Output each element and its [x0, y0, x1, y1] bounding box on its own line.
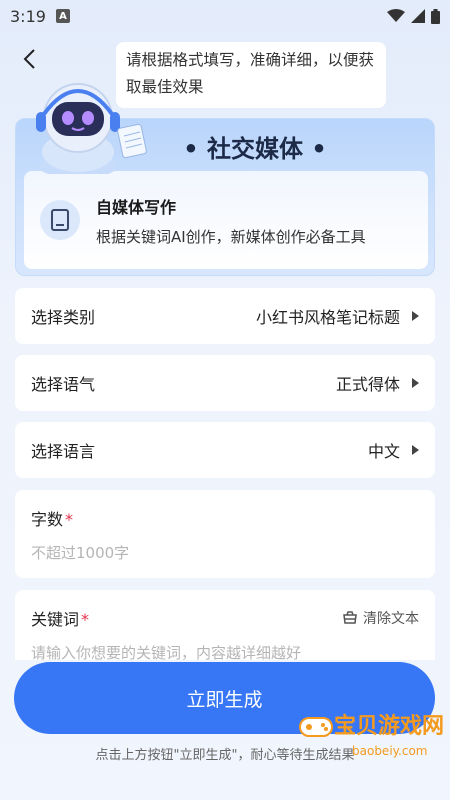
language-selector[interactable]: 选择语言 中文 [15, 422, 435, 478]
tool-name: 自媒体写作 [96, 197, 177, 217]
language-label: 选择语言 [31, 442, 96, 461]
robot-mascot-icon [36, 83, 147, 174]
gamepad-icon [299, 717, 333, 737]
category-value: 小红书风格笔记标题 [255, 308, 400, 327]
tone-selector[interactable]: 选择语气 正式得体 [15, 355, 435, 411]
watermark-url: baobeiy.com [352, 744, 428, 758]
language-value: 中文 [367, 442, 400, 461]
status-time: 3:19 [10, 6, 46, 26]
chevron-left-icon [23, 49, 35, 69]
category-label: 选择类别 [31, 308, 96, 327]
watermark-text: 宝贝游戏网 [334, 714, 445, 739]
tone-value: 正式得体 [335, 375, 400, 394]
required-mark: * [65, 510, 74, 529]
word-count-input[interactable] [31, 544, 419, 562]
arrow-right-icon [412, 311, 419, 321]
keywords-input[interactable] [31, 644, 419, 662]
tone-label: 选择语气 [31, 375, 96, 394]
clear-text-label: 清除文本 [363, 611, 419, 627]
back-button[interactable] [12, 42, 46, 76]
arrow-right-icon [412, 378, 419, 388]
wifi-icon [387, 9, 405, 22]
battery-icon [431, 8, 440, 24]
category-selector[interactable]: 选择类别 小红书风格笔记标题 [15, 288, 435, 344]
keywords-field: 关键词 * 清除文本 [15, 590, 435, 662]
word-count-field: 字数 * [15, 490, 435, 578]
word-count-label: 字数 [31, 510, 64, 529]
tool-info-card: 自媒体写作 根据关键词AI创作，新媒体创作必备工具 [24, 171, 428, 269]
signal-icon [411, 9, 425, 23]
tablet-icon [40, 200, 80, 240]
status-icons [387, 8, 440, 24]
arrow-right-icon [412, 445, 419, 455]
keywords-label: 关键词 [31, 610, 80, 629]
notification-icon: A [55, 9, 70, 23]
required-mark: * [81, 610, 90, 629]
watermark: 宝贝游戏网 baobeiy.com [296, 708, 450, 764]
tool-description: 根据关键词AI创作，新媒体创作必备工具 [96, 227, 366, 246]
status-bar: 3:19 A [0, 0, 450, 32]
clear-text-button[interactable]: 清除文本 [342, 608, 419, 628]
eraser-icon [343, 611, 357, 624]
